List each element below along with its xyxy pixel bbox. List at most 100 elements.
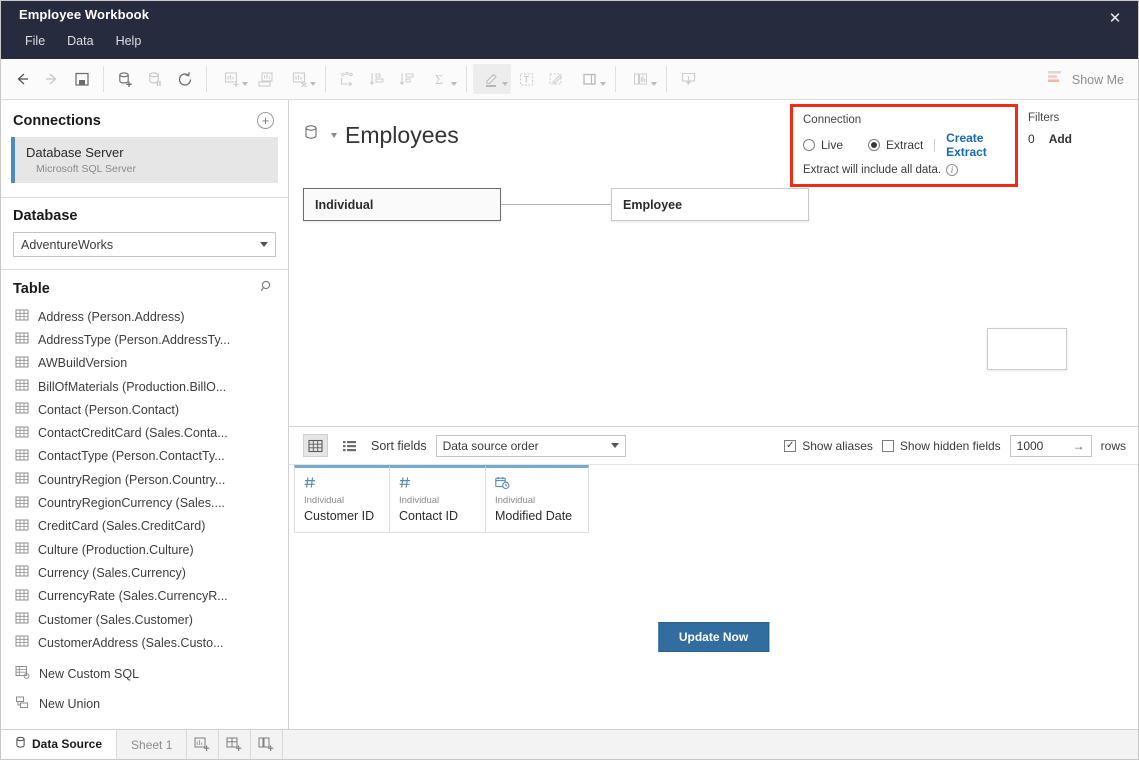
chevron-down-icon[interactable] — [331, 133, 337, 138]
fit-icon[interactable] — [571, 64, 609, 94]
join-diagram: Individual Employee — [303, 188, 809, 221]
sort-ascending-icon[interactable] — [362, 64, 392, 94]
toolbar-group-datasource — [110, 64, 200, 94]
list-item[interactable]: Culture (Production.Culture) — [1, 538, 288, 561]
show-aliases-label: Show aliases — [802, 439, 873, 453]
chevron-down-icon — [611, 443, 619, 448]
new-dashboard-icon[interactable] — [219, 730, 251, 759]
menu-file[interactable]: File — [15, 32, 55, 50]
table-list[interactable]: Address (Person.Address) AddressType (Pe… — [1, 305, 288, 655]
grid-view-icon[interactable] — [303, 434, 328, 457]
list-item[interactable]: ContactType (Person.ContactTy... — [1, 445, 288, 468]
new-union-item[interactable]: New Union — [1, 689, 288, 719]
number-icon — [304, 475, 380, 490]
extract-radio[interactable] — [868, 139, 880, 151]
table-name: BillOfMaterials (Production.BillO... — [38, 380, 226, 394]
list-item[interactable]: BillOfMaterials (Production.BillO... — [1, 375, 288, 398]
tab-data-source[interactable]: Data Source — [1, 730, 117, 759]
column-name: Modified Date — [495, 509, 579, 523]
rows-count-input[interactable]: 1000 → — [1010, 435, 1092, 457]
join-node-employee[interactable]: Employee — [611, 188, 809, 221]
checkbox-unchecked-icon — [882, 440, 894, 452]
list-item[interactable]: CountryRegion (Person.Country... — [1, 468, 288, 491]
forward-arrow-icon[interactable] — [37, 64, 67, 94]
connection-item-database-server[interactable]: Database Server Microsoft SQL Server — [11, 137, 278, 183]
back-arrow-icon[interactable] — [7, 64, 37, 94]
show-me-button[interactable]: Show Me — [1047, 59, 1124, 100]
highlight-icon[interactable] — [473, 64, 511, 94]
list-item[interactable]: CurrencyRate (Sales.CurrencyR... — [1, 585, 288, 608]
list-item[interactable]: Customer (Sales.Customer) — [1, 608, 288, 631]
new-custom-sql-item[interactable]: New Custom SQL — [1, 659, 288, 689]
tab-sheet-1[interactable]: Sheet 1 — [117, 730, 187, 759]
new-worksheet-icon[interactable] — [213, 64, 251, 94]
new-custom-sql-label: New Custom SQL — [39, 667, 139, 681]
close-icon[interactable]: ✕ — [1100, 5, 1130, 31]
duplicate-sheet-icon[interactable] — [251, 64, 281, 94]
list-item[interactable]: CustomerAddress (Sales.Custo... — [1, 631, 288, 654]
list-item[interactable]: Contact (Person.Contact) — [1, 398, 288, 421]
show-hidden-fields-checkbox[interactable]: Show hidden fields — [882, 439, 1001, 453]
clear-sheet-icon[interactable] — [281, 64, 319, 94]
new-worksheet-icon[interactable] — [187, 730, 219, 759]
table-icon — [15, 355, 29, 372]
show-hide-cards-icon[interactable] — [622, 64, 660, 94]
pause-data-source-icon[interactable] — [140, 64, 170, 94]
menu-help[interactable]: Help — [106, 32, 152, 50]
totals-icon[interactable]: Σ — [422, 64, 460, 94]
column-header-customer-id[interactable]: Individual Customer ID — [294, 465, 390, 533]
tableau-desktop-window: Employee Workbook File Data Help ✕ — [0, 0, 1139, 760]
table-icon — [15, 495, 29, 512]
presentation-mode-icon[interactable] — [673, 64, 703, 94]
new-story-icon[interactable] — [251, 730, 283, 759]
data-grid: Individual Customer ID Individual Contac… — [289, 465, 1138, 729]
list-item[interactable]: ContactCreditCard (Sales.Conta... — [1, 421, 288, 444]
menu-data[interactable]: Data — [57, 32, 103, 50]
union-icon — [15, 695, 30, 713]
list-item[interactable]: AddressType (Person.AddressTy... — [1, 328, 288, 351]
labels-icon[interactable]: T — [511, 64, 541, 94]
sort-fields-select[interactable]: Data source order — [436, 435, 626, 457]
list-item[interactable]: CountryRegionCurrency (Sales.... — [1, 491, 288, 514]
add-data-source-icon[interactable] — [110, 64, 140, 94]
table-name: Customer (Sales.Customer) — [38, 613, 193, 627]
list-view-icon[interactable] — [337, 434, 362, 457]
search-icon[interactable] — [260, 279, 274, 298]
column-header-row: Individual Customer ID Individual Contac… — [289, 465, 1138, 533]
plus-circle-icon[interactable]: + — [257, 112, 274, 129]
sort-descending-icon[interactable] — [392, 64, 422, 94]
grid-toolbar-right: ✓ Show aliases Show hidden fields 1000 →… — [784, 427, 1126, 465]
join-node-individual[interactable]: Individual — [303, 188, 501, 221]
info-icon[interactable]: i — [946, 164, 958, 176]
save-icon[interactable] — [67, 64, 97, 94]
add-filter-button[interactable]: Add — [1049, 132, 1072, 146]
show-hidden-fields-label: Show hidden fields — [900, 439, 1001, 453]
apply-rows-icon[interactable]: → — [1073, 439, 1085, 453]
column-name: Contact ID — [399, 509, 476, 523]
column-header-contact-id[interactable]: Individual Contact ID — [390, 465, 486, 533]
database-section: Database AdventureWorks — [1, 198, 288, 269]
list-item[interactable]: AWBuildVersion — [1, 352, 288, 375]
column-source: Individual — [399, 495, 476, 506]
connection-options-row: Live Extract Create Extract — [803, 131, 1005, 159]
column-header-modified-date[interactable]: Individual Modified Date — [486, 465, 589, 533]
database-select[interactable]: AdventureWorks — [13, 232, 276, 257]
create-extract-link[interactable]: Create Extract — [946, 131, 1005, 159]
update-now-button[interactable]: Update Now — [658, 622, 769, 652]
show-aliases-checkbox[interactable]: ✓ Show aliases — [784, 439, 873, 453]
connections-header: Connections + — [1, 100, 288, 137]
refresh-data-source-icon[interactable] — [170, 64, 200, 94]
list-item[interactable]: CreditCard (Sales.CreditCard) — [1, 515, 288, 538]
join-connector[interactable] — [501, 204, 611, 205]
live-label: Live — [821, 138, 843, 152]
checkbox-checked-icon: ✓ — [784, 440, 796, 452]
live-radio[interactable] — [803, 139, 815, 151]
table-name: Currency (Sales.Currency) — [38, 566, 186, 580]
database-icon[interactable] — [303, 123, 321, 148]
connection-panel: Connection Live Extract Create Extract E… — [790, 104, 1018, 187]
list-item[interactable]: Currency (Sales.Currency) — [1, 561, 288, 584]
swap-rows-columns-icon[interactable] — [332, 64, 362, 94]
fix-axes-icon[interactable] — [541, 64, 571, 94]
floating-panel-placeholder[interactable] — [987, 328, 1067, 370]
list-item[interactable]: Address (Person.Address) — [1, 305, 288, 328]
